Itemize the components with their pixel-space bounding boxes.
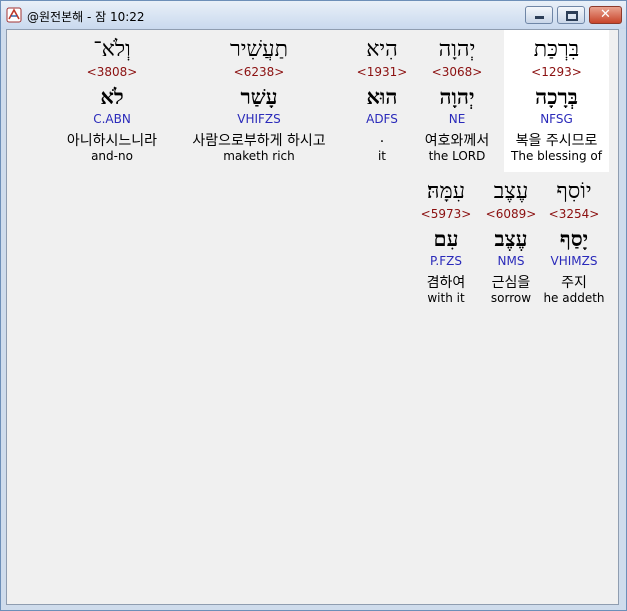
hebrew-root-word[interactable]: הוּא (352, 84, 412, 110)
english-gloss: it (377, 149, 387, 163)
strong-number[interactable]: <1931> (352, 65, 412, 79)
strong-number[interactable]: <6089> (481, 207, 541, 221)
korean-gloss: 겸하여 (426, 275, 466, 291)
strong-number[interactable]: <6238> (189, 65, 329, 79)
hebrew-root-word[interactable]: בְּרָכָה (504, 84, 609, 110)
korean-gloss: 사람으로부하게 하시고 (192, 133, 326, 149)
app-window: @원전본해 - 잠 10:22 ✕ וְלֹא־ <3808> לֹא C.AB… (0, 0, 627, 611)
morphology-code[interactable]: VHIMZS (541, 254, 607, 268)
hebrew-root-word[interactable]: עֶצֶב (481, 226, 541, 252)
korean-gloss: 여호와께서 (424, 133, 490, 149)
hebrew-word[interactable]: עִמָּהּ׃ (412, 178, 480, 204)
maximize-button[interactable] (557, 6, 585, 24)
english-gloss: and-no (91, 149, 133, 163)
english-gloss: The blessing of (511, 149, 602, 163)
korean-gloss: 주지 (561, 275, 587, 291)
korean-gloss: 아니하시느니라 (66, 133, 158, 149)
hebrew-word[interactable]: יוֹסִף (541, 178, 607, 204)
english-gloss: the LORD (428, 149, 486, 163)
hebrew-word[interactable]: יְהוָה (415, 36, 499, 62)
hebrew-word[interactable]: וְלֹא־ (57, 36, 167, 62)
hebrew-root-word[interactable]: יָסַף (541, 226, 607, 252)
hebrew-word[interactable]: תַעֲשִׁיר (189, 36, 329, 62)
english-gloss: with it (427, 291, 465, 305)
korean-gloss: 복을 주시므로 (515, 133, 598, 149)
morphology-code[interactable]: C.ABN (57, 112, 167, 126)
english-gloss: sorrow (490, 291, 532, 305)
hebrew-word[interactable]: בִּרְכַּת (504, 36, 609, 62)
window-title: @원전본해 - 잠 10:22 (27, 10, 145, 24)
hebrew-root-word[interactable]: יְהוָה (415, 84, 499, 110)
minimize-button[interactable] (525, 6, 553, 24)
hebrew-root-word[interactable]: עָשַׁר (189, 84, 329, 110)
korean-gloss: 근심을 (491, 275, 531, 291)
strong-number[interactable]: <3808> (57, 65, 167, 79)
morphology-code[interactable]: NFSG (504, 112, 609, 126)
hebrew-root-word[interactable]: לֹא (57, 84, 167, 110)
english-gloss: maketh rich (223, 149, 295, 163)
close-icon: ✕ (600, 7, 611, 22)
interlinear-panel: וְלֹא־ <3808> לֹא C.ABN 아니하시느니라 and-no ת… (6, 29, 619, 605)
morphology-code[interactable]: NE (415, 112, 499, 126)
strong-number[interactable]: <3254> (541, 207, 607, 221)
morphology-code[interactable]: ADFS (352, 112, 412, 126)
hebrew-root-word[interactable]: עִם (412, 226, 480, 252)
morphology-code[interactable]: VHIFZS (189, 112, 329, 126)
morphology-code[interactable]: P.FZS (412, 254, 480, 268)
strong-number[interactable]: <1293> (504, 65, 609, 79)
strong-number[interactable]: <5973> (412, 207, 480, 221)
hebrew-word[interactable]: הִיא (352, 36, 412, 62)
title-bar[interactable]: @원전본해 - 잠 10:22 ✕ (1, 1, 626, 29)
english-gloss: he addeth (543, 291, 605, 305)
app-logo-icon (6, 7, 22, 23)
hebrew-word[interactable]: עֶצֶב (481, 178, 541, 204)
morphology-code[interactable]: NMS (481, 254, 541, 268)
strong-number[interactable]: <3068> (415, 65, 499, 79)
maximize-icon (566, 11, 578, 21)
close-button[interactable]: ✕ (589, 6, 622, 24)
minimize-icon (535, 16, 544, 19)
korean-gloss: . (379, 130, 385, 146)
